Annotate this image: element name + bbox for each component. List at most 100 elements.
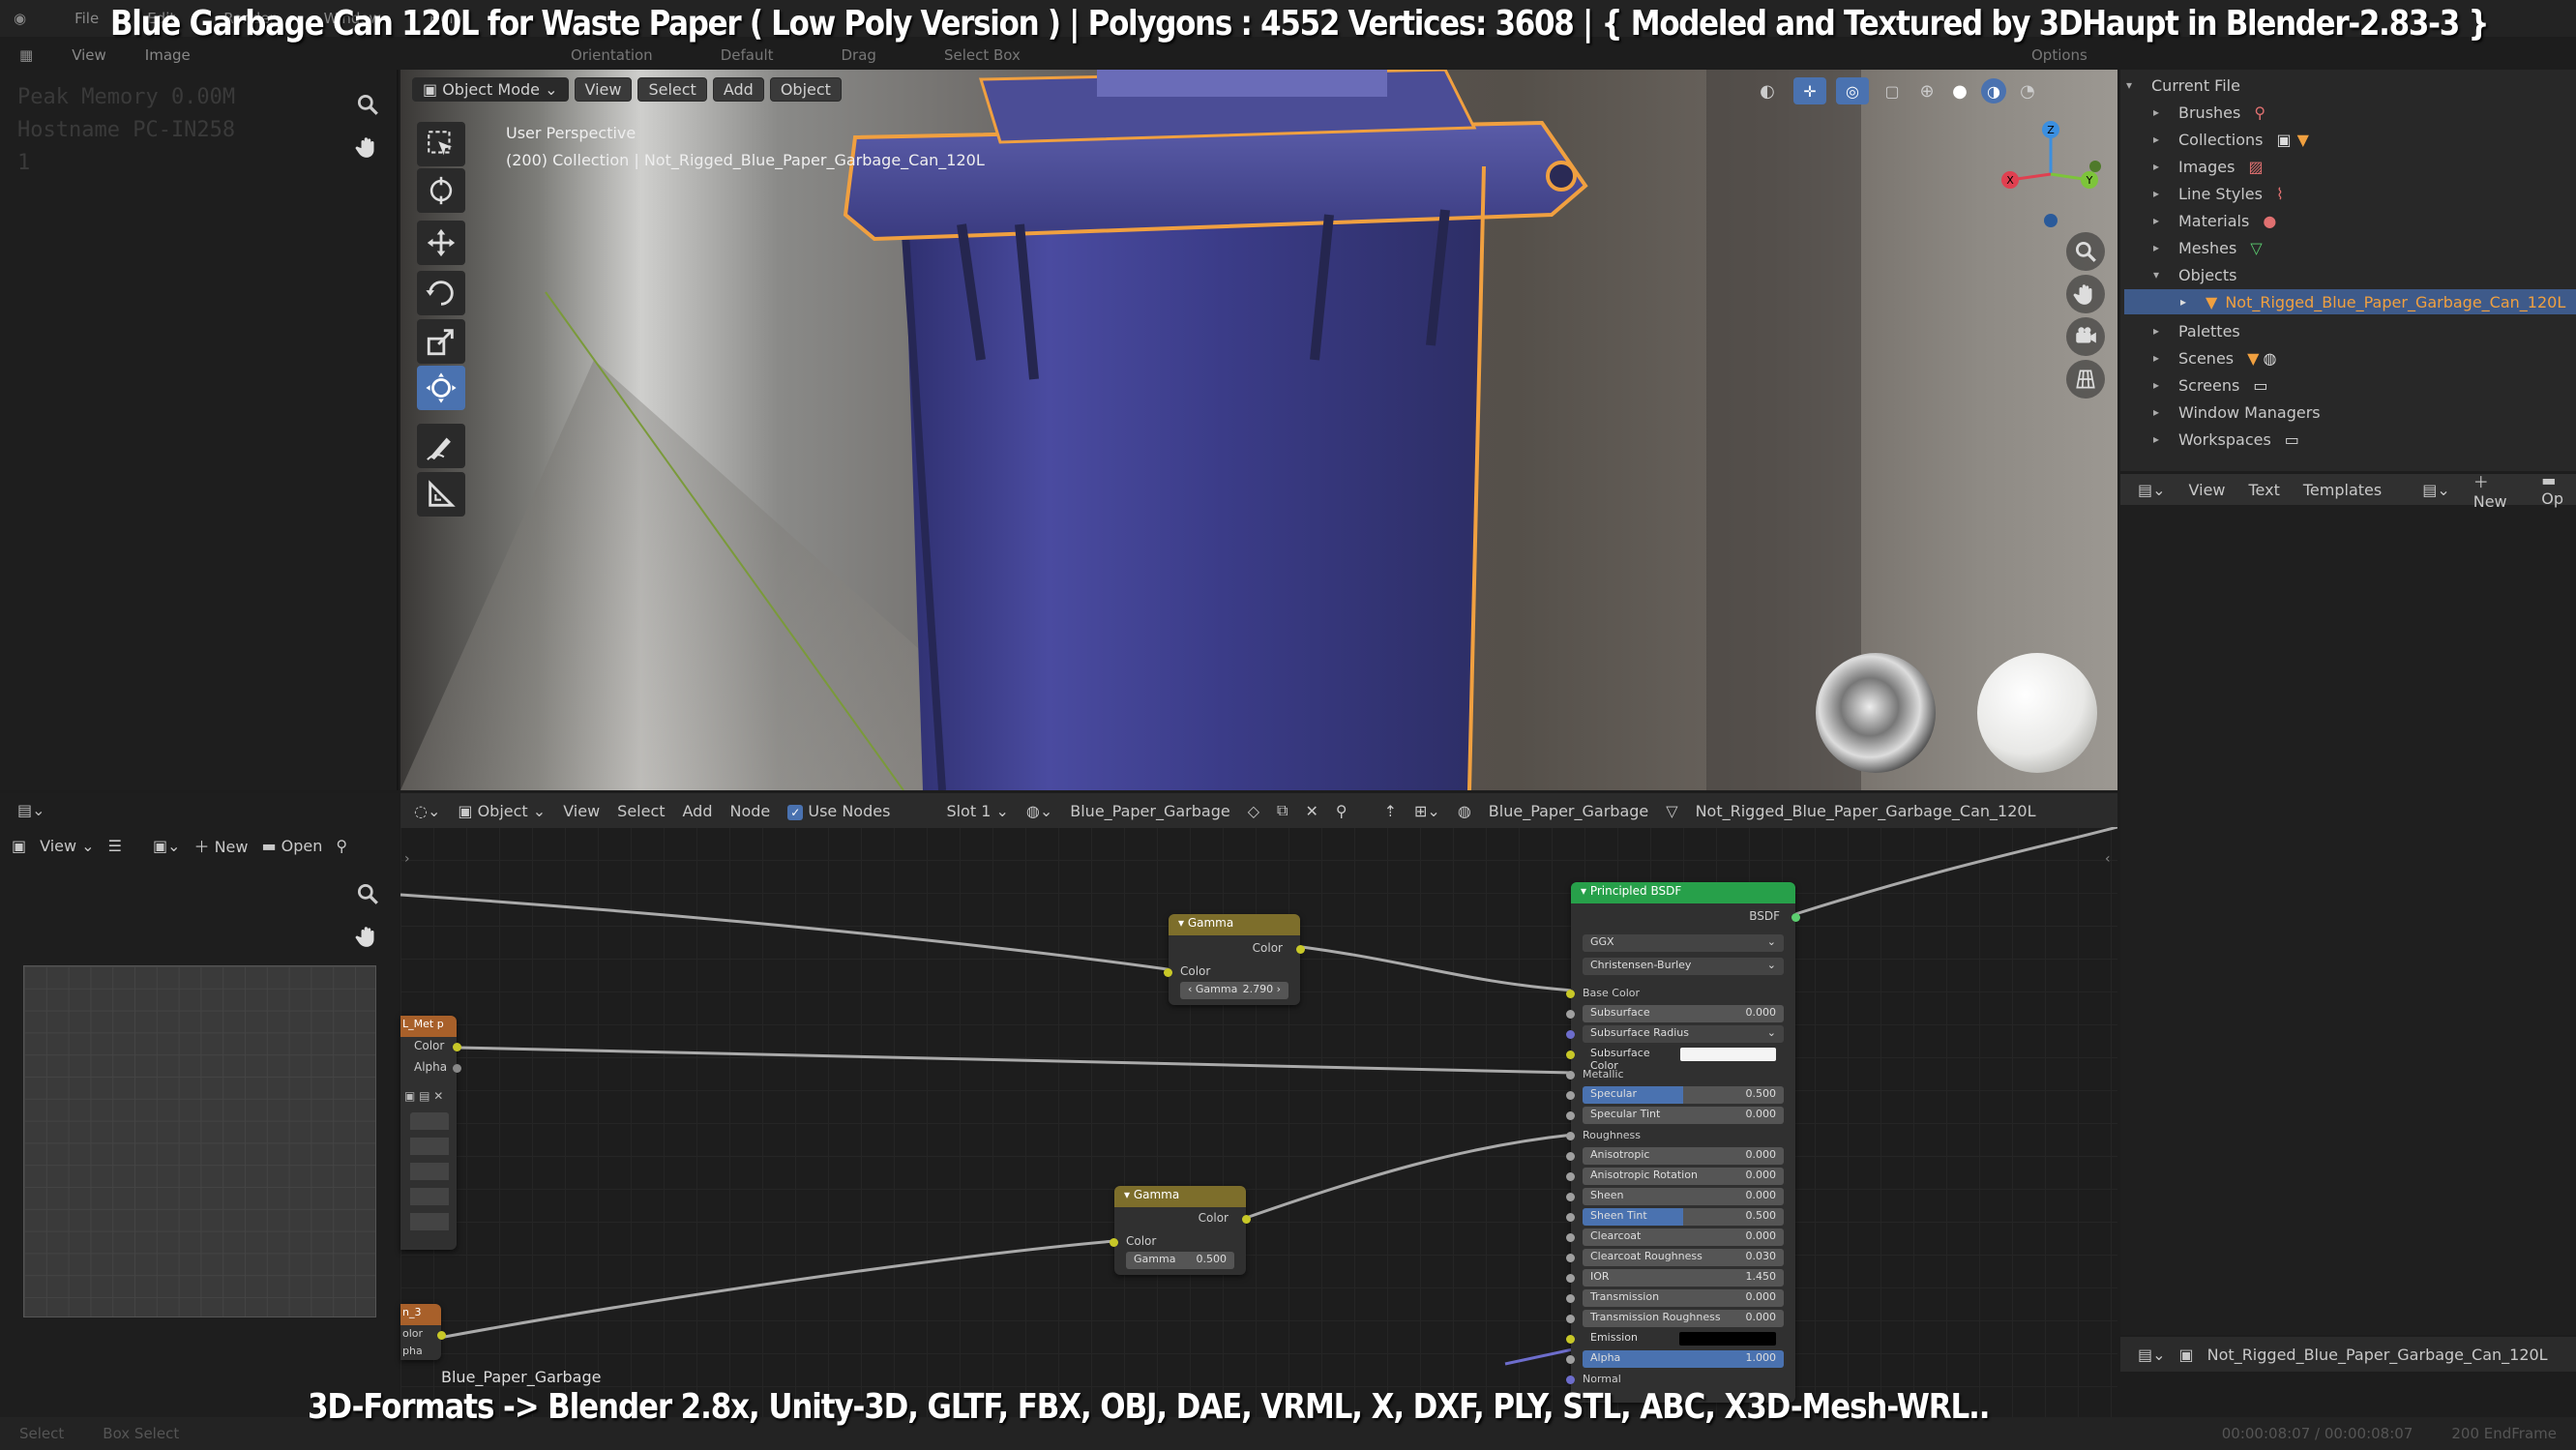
principled-bsdf-node[interactable]: ▾ Principled BSDF BSDF GGX ⌄ Christensen-…	[1566, 882, 1800, 1403]
input-socket[interactable]	[1566, 1030, 1575, 1039]
material-browse-icon[interactable]: ◍⌄	[1026, 802, 1052, 820]
node-menu-view[interactable]: View	[563, 802, 600, 820]
text-new-button[interactable]: ＋ New	[2473, 469, 2519, 511]
select-box-tool[interactable]	[417, 122, 465, 166]
output-socket[interactable]	[1296, 945, 1305, 954]
fake-user-icon[interactable]: ◇	[1248, 802, 1259, 820]
input-socket[interactable]	[1566, 1254, 1575, 1262]
solid-shading-icon[interactable]: ●	[1948, 77, 1971, 104]
bsdf-input-specular[interactable]: Specular 0.500	[1583, 1086, 1784, 1104]
image-new-button[interactable]: ＋ New	[193, 834, 248, 857]
snap-icon[interactable]: ⊞⌄	[1414, 802, 1440, 820]
image-browse-icon[interactable]: ▣⌄	[153, 837, 181, 855]
use-nodes-checkbox[interactable]: ✓ Use Nodes	[787, 802, 890, 820]
viewport-menu-select[interactable]: Select	[637, 77, 707, 102]
pin-icon[interactable]: ⚲	[336, 837, 347, 855]
output-socket[interactable]	[437, 1331, 446, 1340]
bsdf-output-socket[interactable]	[1791, 913, 1800, 922]
image-texture-node-1[interactable]: L_Met p Color Alpha ▣ ▤ ✕	[400, 1016, 461, 1250]
image-open-button[interactable]: ▬ Open	[261, 837, 322, 855]
bsdf-input-subsurface[interactable]: Subsurface 0.000	[1583, 1005, 1784, 1022]
outliner-item-palettes[interactable]: ▸ Palettes	[2153, 317, 2240, 344]
viewport-menu-object[interactable]: Object	[769, 77, 842, 102]
distribution-dropdown[interactable]: GGX ⌄	[1583, 934, 1784, 952]
subsurface-method-dropdown[interactable]: Christensen-Burley ⌄	[1583, 958, 1784, 975]
cursor-tool[interactable]	[417, 168, 465, 213]
viewport-menu-add[interactable]: Add	[712, 77, 764, 102]
bsdf-input-transmission-roughness[interactable]: Transmission Roughness 0.000	[1583, 1310, 1784, 1327]
input-socket[interactable]	[1566, 1213, 1575, 1222]
image-menu-view[interactable]: View ⌄	[40, 837, 94, 855]
transform-tool[interactable]	[417, 366, 465, 410]
viewport-zoom-button[interactable]	[2066, 232, 2105, 271]
breadcrumb-object[interactable]: Not_Rigged_Blue_Paper_Garbage_Can_120L	[1696, 802, 2036, 820]
input-socket[interactable]	[1110, 1238, 1118, 1247]
input-socket[interactable]	[1566, 990, 1575, 998]
input-socket[interactable]	[1566, 1051, 1575, 1059]
outliner-item-brushes[interactable]: ▸ Brushes ⚲	[2153, 99, 2265, 126]
image-node-controls[interactable]: ▣ ▤ ✕	[404, 1089, 443, 1103]
bsdf-input-subsurface-radius[interactable]: Subsurface Radius ⌄	[1583, 1025, 1784, 1043]
bsdf-input-sheen[interactable]: Sheen 0.000	[1583, 1188, 1784, 1205]
bsdf-input-clearcoat[interactable]: Clearcoat 0.000	[1583, 1228, 1784, 1246]
input-socket[interactable]	[1566, 1335, 1575, 1344]
gamma-node-1[interactable]: ▾ Gamma Color Color ‹ Gamma 2.790 ›	[1164, 914, 1305, 1005]
text-menu-view[interactable]: View	[2189, 481, 2226, 499]
input-socket[interactable]	[1566, 1091, 1575, 1100]
menu-view[interactable]: View	[72, 46, 106, 64]
gizmo-toggle-icon[interactable]: ✛	[1793, 77, 1826, 104]
properties-type-icon[interactable]: ▤⌄	[2138, 1346, 2166, 1364]
outliner-item-linestyles[interactable]: ▸ Line Styles ⌇	[2153, 180, 2284, 207]
pan-hand-icon[interactable]	[350, 130, 385, 164]
unlink-icon[interactable]: ✕	[1305, 802, 1318, 820]
bsdf-input-emission[interactable]: Emission	[1583, 1330, 1784, 1347]
outliner-item-meshes[interactable]: ▸ Meshes ▽	[2153, 234, 2263, 261]
input-socket[interactable]	[1566, 1294, 1575, 1303]
orientation-dropdown[interactable]: Orientation	[571, 46, 653, 64]
slot-dropdown[interactable]: Slot 1 ⌄	[946, 802, 1008, 820]
pivot-dropdown[interactable]: Default	[721, 46, 774, 64]
object-mode-dropdown[interactable]: ▣ Object Mode ⌄	[412, 77, 569, 102]
node-menu-node[interactable]: Node	[730, 802, 771, 820]
camera-view-button[interactable]	[2066, 317, 2105, 356]
visibility-icon[interactable]: ◐	[1751, 77, 1784, 104]
text-editor-panel[interactable]	[2120, 474, 2576, 1335]
xray-icon[interactable]: ▢	[1879, 77, 1906, 104]
bsdf-input-anisotropic[interactable]: Anisotropic 0.000	[1583, 1147, 1784, 1165]
input-socket[interactable]	[1566, 1193, 1575, 1201]
outliner-item-object[interactable]: ▸ ▼ Not_Rigged_Blue_Paper_Garbage_Can_120L	[2180, 288, 2565, 315]
bsdf-input-specular-tint[interactable]: Specular Tint 0.000	[1583, 1107, 1784, 1124]
node-menu-add[interactable]: Add	[683, 802, 713, 820]
parent-icon[interactable]: ⇡	[1384, 802, 1397, 820]
wireframe-shading-icon[interactable]: ⊕	[1915, 77, 1939, 104]
outliner-item-window-managers[interactable]: ▸ Window Managers	[2153, 399, 2321, 426]
duplicate-icon[interactable]: ⧉	[1277, 801, 1288, 820]
gamma-value-field[interactable]: ‹ Gamma 2.790 ›	[1180, 982, 1288, 999]
options-button[interactable]: Options	[2031, 46, 2087, 64]
outliner-item-materials[interactable]: ▸ Materials ●	[2153, 207, 2276, 234]
editor-type-icon[interactable]: ▦	[19, 46, 33, 64]
input-socket[interactable]	[1566, 1172, 1575, 1181]
node-object-dropdown[interactable]: ▣ Object ⌄	[458, 802, 546, 820]
menu-image[interactable]: Image	[145, 46, 191, 64]
outliner-root[interactable]: ▾ Current File	[2126, 72, 2240, 99]
zoom-icon[interactable]	[350, 87, 385, 122]
gamma-node-2[interactable]: ▾ Gamma Color Color Gamma 0.500	[1110, 1186, 1251, 1275]
menu-file[interactable]: File	[74, 10, 99, 27]
input-socket[interactable]	[1566, 1010, 1575, 1019]
hamburger-icon[interactable]: ☰	[108, 837, 122, 855]
overlay-toggle-icon[interactable]: ◎	[1836, 77, 1869, 104]
perspective-toggle-button[interactable]	[2066, 360, 2105, 399]
node-menu-select[interactable]: Select	[617, 802, 665, 820]
image-node-dropdowns[interactable]	[410, 1112, 449, 1238]
input-socket[interactable]	[1566, 1111, 1575, 1120]
image-editor-type[interactable]: ▤⌄	[17, 801, 45, 819]
measure-tool[interactable]	[417, 472, 465, 517]
select-box-dropdown[interactable]: Select Box	[944, 46, 1021, 64]
material-shading-icon[interactable]: ◑	[1981, 78, 2006, 104]
drag-dropdown[interactable]: Drag	[842, 46, 876, 64]
viewport-3d[interactable]	[400, 70, 2117, 790]
text-browse-icon[interactable]: ▤⌄	[2422, 481, 2450, 499]
input-socket[interactable]	[1164, 968, 1172, 977]
image-texture-node-2[interactable]: n_3 olor pha	[400, 1304, 446, 1360]
